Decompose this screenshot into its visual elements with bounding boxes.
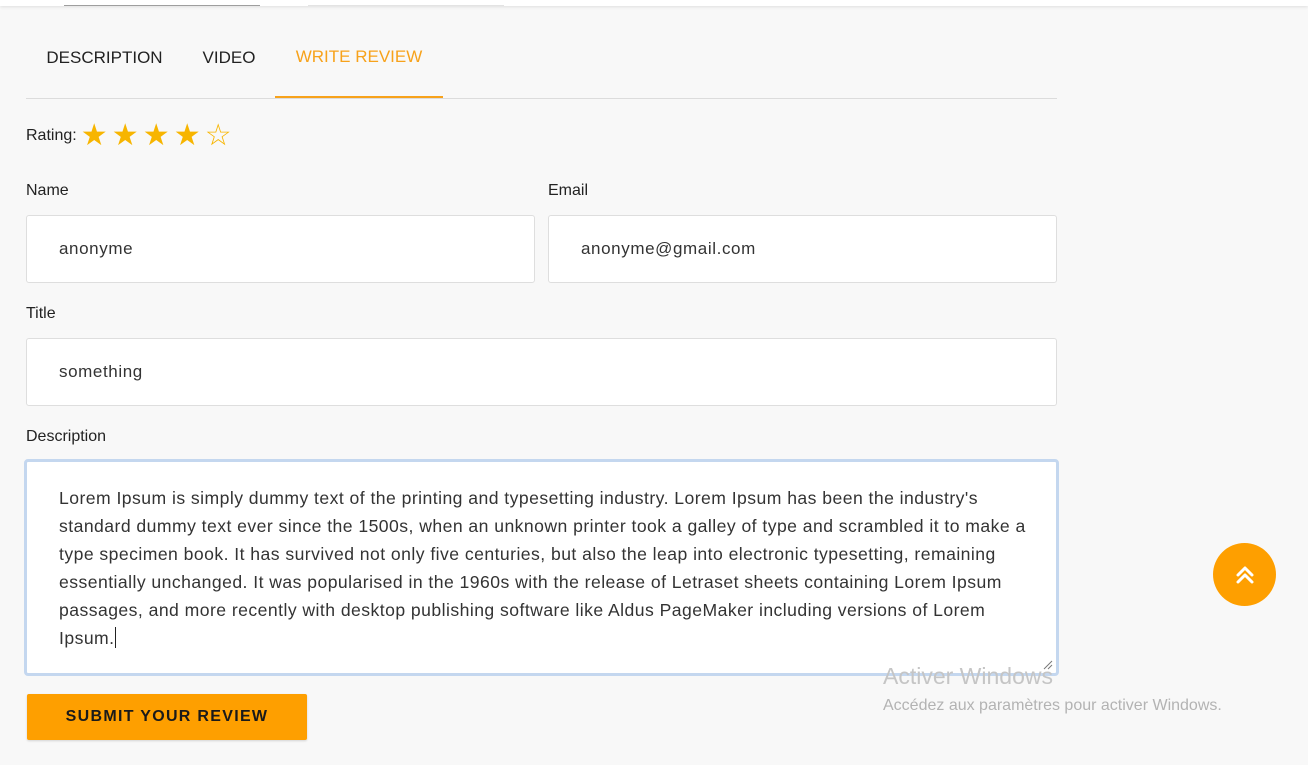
name-value: anonyme [59, 239, 134, 258]
description-label: Description [26, 428, 107, 445]
top-bar-divider [64, 5, 260, 6]
tab-video[interactable]: VIDEO [183, 28, 275, 97]
title-label: Title [26, 305, 56, 322]
text-cursor [114, 627, 116, 648]
scroll-to-top-button[interactable] [1213, 543, 1276, 606]
description-value: Lorem Ipsum is simply dummy text of the … [59, 488, 1026, 648]
rating-control: Rating: ★ ★ ★ ★ ☆ [26, 120, 234, 152]
star-filled-icon[interactable]: ★ [172, 121, 203, 151]
name-label: Name [26, 182, 69, 199]
product-tabs: DESCRIPTION VIDEO WRITE REVIEW [26, 28, 1057, 99]
star-filled-icon[interactable]: ★ [79, 121, 110, 151]
star-filled-icon[interactable]: ★ [141, 121, 172, 151]
email-label: Email [548, 182, 589, 199]
name-field[interactable]: anonyme [26, 215, 535, 283]
description-textarea[interactable]: Lorem Ipsum is simply dummy text of the … [24, 459, 1059, 676]
star-filled-icon[interactable]: ★ [110, 121, 141, 151]
tab-write-review[interactable]: WRITE REVIEW [275, 28, 443, 98]
windows-activation-title: Activer Windows [883, 663, 1053, 689]
submit-review-button[interactable]: SUBMIT YOUR REVIEW [27, 694, 307, 740]
rating-label: Rating: [26, 127, 77, 144]
windows-activation-subtitle: Accédez aux paramètres pour activer Wind… [883, 697, 1222, 714]
email-field[interactable]: anonyme@gmail.com [548, 215, 1057, 283]
tab-description[interactable]: DESCRIPTION [26, 28, 183, 97]
email-value: anonyme@gmail.com [581, 239, 756, 258]
top-bar [0, 0, 1308, 6]
top-bar-divider [308, 5, 504, 6]
title-value: something [59, 362, 143, 381]
title-field[interactable]: something [26, 338, 1057, 406]
star-empty-icon[interactable]: ☆ [203, 121, 234, 151]
rating-stars: ★ ★ ★ ★ ☆ [79, 121, 234, 151]
double-chevron-up-icon [1236, 566, 1253, 583]
